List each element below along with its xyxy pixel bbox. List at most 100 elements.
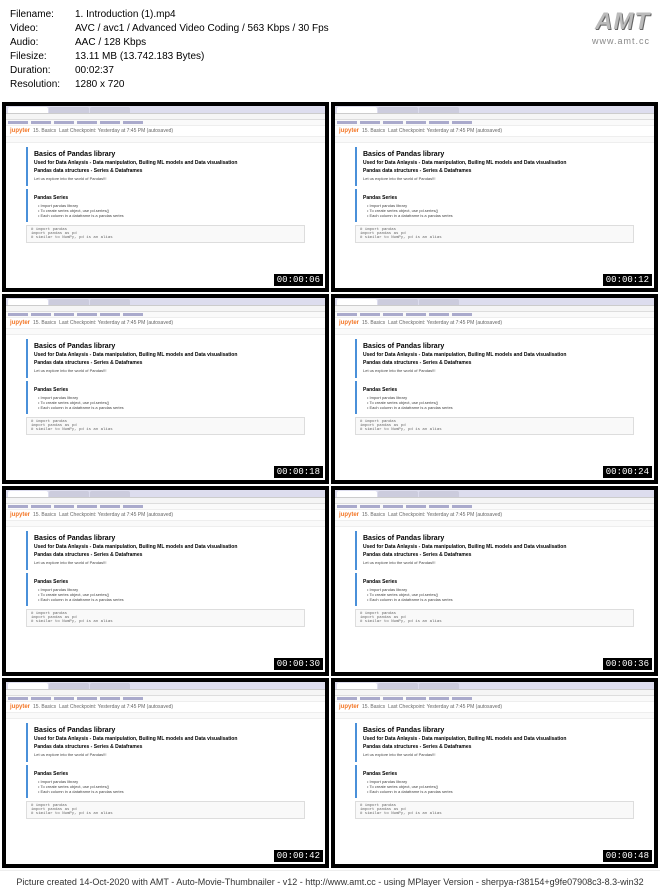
- browser-tab[interactable]: [378, 683, 418, 689]
- browser-tab[interactable]: [49, 491, 89, 497]
- browser-tab[interactable]: [8, 299, 48, 305]
- bookmark-item[interactable]: [406, 313, 426, 316]
- bookmark-item[interactable]: [383, 121, 403, 124]
- code-cell[interactable]: # import pandas import pandas as pd # si…: [355, 225, 634, 243]
- browser-tab[interactable]: [49, 683, 89, 689]
- bookmark-item[interactable]: [8, 697, 28, 700]
- bookmark-item[interactable]: [54, 121, 74, 124]
- code-cell[interactable]: # import pandas import pandas as pd # si…: [26, 801, 305, 819]
- bookmark-item[interactable]: [123, 697, 143, 700]
- markdown-cell[interactable]: Basics of Pandas library Used for Data A…: [26, 723, 305, 762]
- bookmark-item[interactable]: [452, 313, 472, 316]
- markdown-cell[interactable]: Pandas Series • Import pandas library • …: [355, 381, 634, 414]
- bookmark-item[interactable]: [360, 121, 380, 124]
- bookmark-item[interactable]: [8, 313, 28, 316]
- bookmark-item[interactable]: [406, 697, 426, 700]
- notebook-name[interactable]: 15. Basics: [33, 704, 56, 710]
- browser-tab[interactable]: [378, 299, 418, 305]
- browser-tab[interactable]: [90, 683, 130, 689]
- notebook-name[interactable]: 15. Basics: [33, 128, 56, 134]
- bookmark-item[interactable]: [123, 121, 143, 124]
- markdown-cell[interactable]: Basics of Pandas library Used for Data A…: [26, 147, 305, 186]
- code-cell[interactable]: # import pandas import pandas as pd # si…: [26, 609, 305, 627]
- markdown-cell[interactable]: Pandas Series • Import pandas library • …: [26, 189, 305, 222]
- browser-tab[interactable]: [49, 107, 89, 113]
- bookmark-item[interactable]: [360, 313, 380, 316]
- browser-tab[interactable]: [337, 491, 377, 497]
- bookmark-item[interactable]: [100, 313, 120, 316]
- browser-tab[interactable]: [378, 491, 418, 497]
- browser-tab[interactable]: [419, 491, 459, 497]
- bookmark-item[interactable]: [123, 505, 143, 508]
- browser-tab[interactable]: [90, 299, 130, 305]
- bookmark-item[interactable]: [54, 505, 74, 508]
- bookmark-item[interactable]: [54, 313, 74, 316]
- browser-tab[interactable]: [337, 683, 377, 689]
- bookmark-item[interactable]: [452, 697, 472, 700]
- code-cell[interactable]: # import pandas import pandas as pd # si…: [26, 417, 305, 435]
- markdown-cell[interactable]: Basics of Pandas library Used for Data A…: [355, 531, 634, 570]
- markdown-cell[interactable]: Pandas Series • Import pandas library • …: [26, 381, 305, 414]
- browser-tab[interactable]: [419, 299, 459, 305]
- browser-tab[interactable]: [337, 107, 377, 113]
- bookmark-item[interactable]: [429, 697, 449, 700]
- bookmark-item[interactable]: [383, 697, 403, 700]
- browser-tab[interactable]: [337, 299, 377, 305]
- bookmark-item[interactable]: [406, 505, 426, 508]
- code-cell[interactable]: # import pandas import pandas as pd # si…: [355, 609, 634, 627]
- bookmark-item[interactable]: [31, 313, 51, 316]
- code-cell[interactable]: # import pandas import pandas as pd # si…: [355, 417, 634, 435]
- notebook-name[interactable]: 15. Basics: [362, 128, 385, 134]
- code-cell[interactable]: # import pandas import pandas as pd # si…: [355, 801, 634, 819]
- markdown-cell[interactable]: Basics of Pandas library Used for Data A…: [355, 147, 634, 186]
- notebook-name[interactable]: 15. Basics: [362, 512, 385, 518]
- bookmark-item[interactable]: [452, 121, 472, 124]
- browser-tab[interactable]: [8, 107, 48, 113]
- bookmark-item[interactable]: [77, 121, 97, 124]
- notebook-name[interactable]: 15. Basics: [33, 512, 56, 518]
- notebook-name[interactable]: 15. Basics: [362, 704, 385, 710]
- bookmark-item[interactable]: [452, 505, 472, 508]
- bookmark-item[interactable]: [31, 121, 51, 124]
- notebook-name[interactable]: 15. Basics: [362, 320, 385, 326]
- notebook-name[interactable]: 15. Basics: [33, 320, 56, 326]
- browser-tab[interactable]: [90, 107, 130, 113]
- bookmark-item[interactable]: [100, 505, 120, 508]
- markdown-cell[interactable]: Pandas Series • Import pandas library • …: [355, 765, 634, 798]
- markdown-cell[interactable]: Pandas Series • Import pandas library • …: [355, 573, 634, 606]
- bookmark-item[interactable]: [77, 505, 97, 508]
- bookmark-item[interactable]: [429, 313, 449, 316]
- markdown-cell[interactable]: Basics of Pandas library Used for Data A…: [355, 723, 634, 762]
- browser-tab[interactable]: [419, 107, 459, 113]
- bookmark-item[interactable]: [360, 505, 380, 508]
- markdown-cell[interactable]: Basics of Pandas library Used for Data A…: [355, 339, 634, 378]
- bookmark-item[interactable]: [100, 697, 120, 700]
- bookmark-item[interactable]: [31, 697, 51, 700]
- bookmark-item[interactable]: [100, 121, 120, 124]
- bookmark-item[interactable]: [429, 121, 449, 124]
- bookmark-item[interactable]: [406, 121, 426, 124]
- bookmark-item[interactable]: [383, 505, 403, 508]
- bookmark-item[interactable]: [383, 313, 403, 316]
- bookmark-item[interactable]: [337, 313, 357, 316]
- markdown-cell[interactable]: Basics of Pandas library Used for Data A…: [26, 339, 305, 378]
- bookmark-item[interactable]: [31, 505, 51, 508]
- code-cell[interactable]: # import pandas import pandas as pd # si…: [26, 225, 305, 243]
- browser-tab[interactable]: [90, 491, 130, 497]
- bookmark-item[interactable]: [77, 697, 97, 700]
- browser-tab[interactable]: [8, 491, 48, 497]
- browser-tab[interactable]: [49, 299, 89, 305]
- bookmark-item[interactable]: [337, 505, 357, 508]
- markdown-cell[interactable]: Basics of Pandas library Used for Data A…: [26, 531, 305, 570]
- bookmark-item[interactable]: [77, 313, 97, 316]
- markdown-cell[interactable]: Pandas Series • Import pandas library • …: [355, 189, 634, 222]
- bookmark-item[interactable]: [360, 697, 380, 700]
- browser-tab[interactable]: [378, 107, 418, 113]
- browser-tab[interactable]: [8, 683, 48, 689]
- bookmark-item[interactable]: [54, 697, 74, 700]
- bookmark-item[interactable]: [8, 505, 28, 508]
- markdown-cell[interactable]: Pandas Series • Import pandas library • …: [26, 765, 305, 798]
- bookmark-item[interactable]: [337, 121, 357, 124]
- bookmark-item[interactable]: [123, 313, 143, 316]
- bookmark-item[interactable]: [8, 121, 28, 124]
